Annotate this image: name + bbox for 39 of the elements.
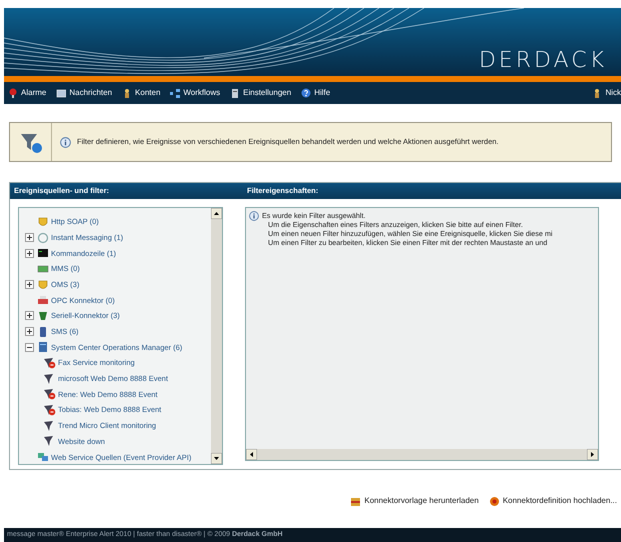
info-icon: [249, 211, 259, 221]
envelope-icon: [56, 88, 66, 98]
settings-icon: [230, 88, 240, 98]
nav-link[interactable]: Workflows: [170, 87, 220, 99]
terminal-icon: [37, 247, 49, 260]
nav-link[interactable]: Nick: [592, 87, 621, 99]
scroll-right-icon[interactable]: [587, 449, 598, 460]
shield-icon: [37, 278, 49, 291]
scroll-left-icon[interactable]: [246, 449, 257, 460]
server-icon: [37, 341, 49, 354]
expand-icon[interactable]: [25, 280, 34, 290]
serial-icon: [37, 310, 49, 322]
printer-icon: [37, 294, 49, 306]
upload-link[interactable]: Konnektordefinition hochladen...: [488, 495, 617, 507]
nav-link[interactable]: Alarme: [8, 87, 46, 99]
nav-link[interactable]: Einstellungen: [230, 87, 292, 99]
nav-link[interactable]: Konten: [122, 87, 160, 99]
screen-icon: [37, 262, 49, 275]
network-icon: [37, 451, 49, 464]
workflow-icon: [170, 88, 180, 98]
download-link[interactable]: Konnektorvorlage herunterladen: [350, 495, 479, 507]
alarm-icon: [8, 88, 18, 98]
expand-icon[interactable]: [25, 248, 34, 258]
expand-icon[interactable]: [25, 327, 34, 336]
phone-icon: [37, 326, 49, 338]
logo: DERDACK: [478, 50, 607, 72]
expand-icon[interactable]: [25, 311, 34, 320]
shield-icon: [37, 216, 49, 228]
nav-link[interactable]: Hilfe: [301, 87, 330, 99]
help-icon: [301, 88, 312, 98]
circle-icon: [37, 232, 49, 244]
horizontal-scrollbar[interactable]: [246, 449, 598, 460]
collapse-icon[interactable]: [25, 342, 34, 352]
scroll-up-icon[interactable]: [211, 208, 222, 219]
expand-icon[interactable]: [25, 233, 34, 242]
scroll-down-icon[interactable]: [211, 453, 222, 464]
scrollbar[interactable]: [211, 208, 222, 464]
nav-link[interactable]: Nachrichten: [56, 87, 112, 99]
info-icon: [60, 136, 71, 148]
